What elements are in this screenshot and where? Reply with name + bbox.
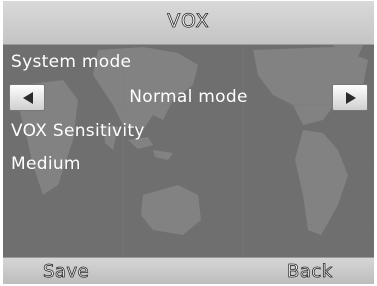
vox-sensitivity-label: VOX Sensitivity: [11, 121, 145, 141]
softkey-bar: Save Back: [3, 257, 374, 284]
world-map-background: [3, 45, 374, 257]
back-softkey[interactable]: Back: [287, 261, 333, 283]
vox-sensitivity-value[interactable]: Medium: [11, 154, 81, 174]
title-bar: VOX: [3, 1, 374, 45]
phone-screen: VOX System mode Normal mode VOX Sensitiv…: [3, 1, 374, 284]
system-mode-label: System mode: [11, 52, 132, 72]
screen-title: VOX: [167, 10, 210, 33]
system-mode-next-button[interactable]: [332, 84, 368, 111]
right-triangle-icon: [346, 92, 356, 104]
system-mode-value[interactable]: Normal mode: [3, 87, 374, 107]
save-softkey[interactable]: Save: [43, 261, 89, 283]
